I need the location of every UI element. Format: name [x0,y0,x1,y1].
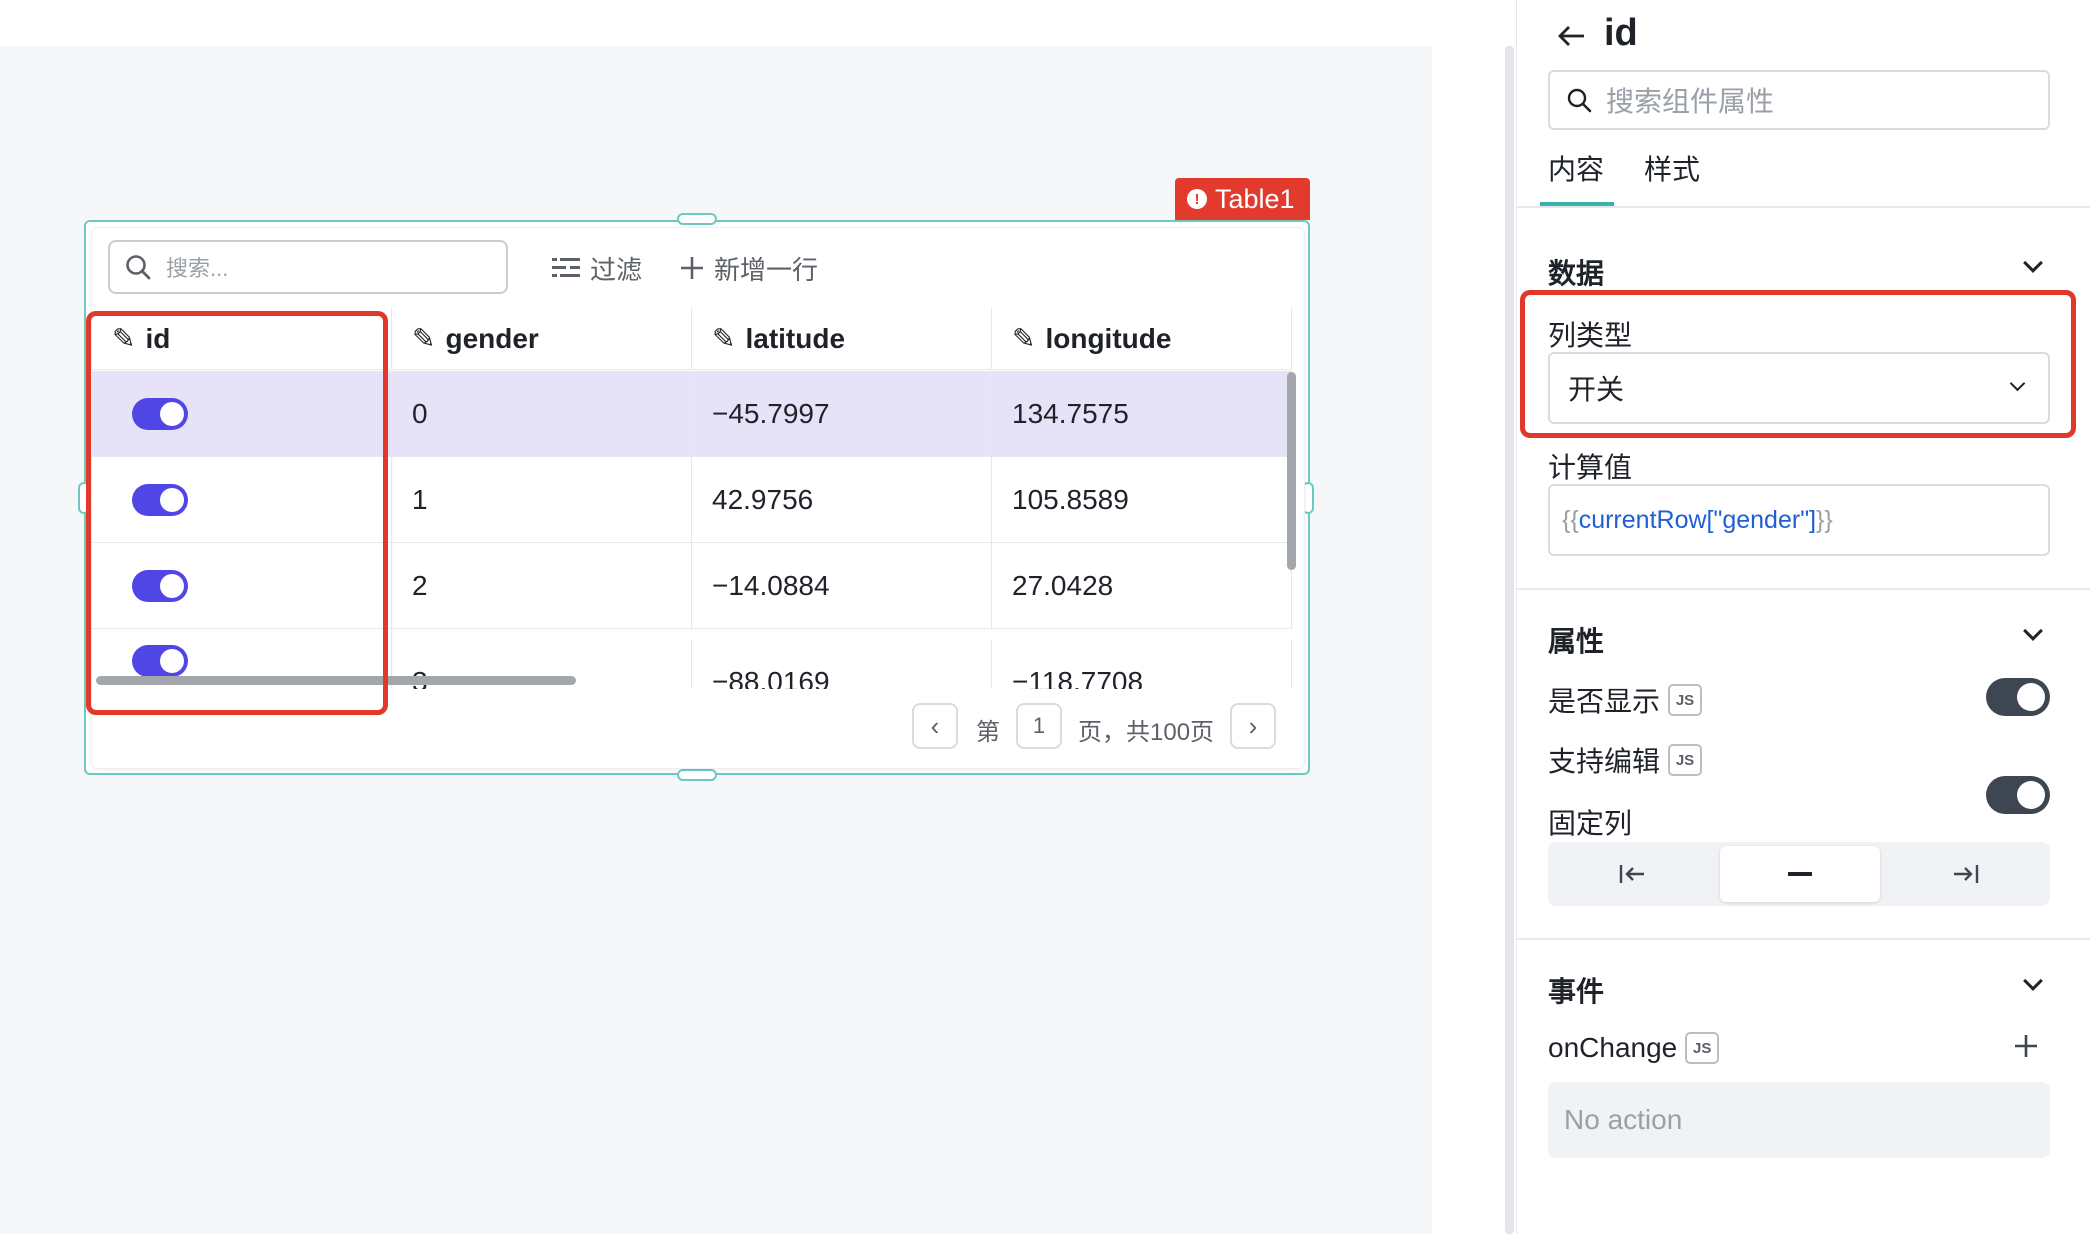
column-header-label: gender [445,322,539,354]
filter-button[interactable]: 过滤 [552,248,642,288]
code-close-bracket: ] [1809,505,1817,534]
fix-none-option[interactable] [1720,846,1880,902]
cell-latitude[interactable]: −45.7997 [692,371,992,457]
add-row-label: 新增一行 [714,254,819,285]
filter-icon [552,258,580,277]
code-expression: currentRow[ [1578,505,1714,534]
chevron-right-icon: › [1248,710,1258,741]
add-event-icon[interactable] [2014,1034,2038,1063]
edit-pencil-icon: ✎ [712,323,736,354]
canvas-gap [1432,0,1505,1234]
computed-value-label: 计算值 [1548,452,1633,483]
section-props-title[interactable]: 属性 [1548,620,1604,660]
computed-value-editor[interactable]: {{currentRow["gender"]}} [1548,484,2050,556]
event-row: onChange JS [1548,1032,1720,1064]
visible-label: 是否显示 [1548,686,1661,717]
resize-handle-top[interactable] [677,213,717,225]
cell-latitude[interactable]: −14.0884 [692,543,992,629]
cell-longitude[interactable]: −118.7708 [992,639,1292,689]
cell-longitude[interactable]: 105.8589 [992,457,1292,543]
visible-row: 是否显示 JS [1548,680,1703,720]
cell-gender[interactable]: 0 [392,371,692,457]
property-search-input[interactable]: 搜索组件属性 [1548,70,2050,130]
column-type-label: 列类型 [1548,320,1633,351]
column-header-gender[interactable]: ✎ gender [392,308,692,370]
add-row-button[interactable]: 新增一行 [680,248,818,288]
visible-switch[interactable] [1986,678,2050,716]
column-type-value: 开关 [1568,374,1625,405]
property-search-placeholder: 搜索组件属性 [1606,86,1775,117]
editable-label: 支持编辑 [1548,746,1661,777]
panel-scrollbar[interactable] [1505,46,1514,1234]
js-toggle-badge[interactable]: JS [1668,744,1703,776]
no-action-box[interactable]: No action [1548,1082,2050,1158]
plus-icon [681,257,703,279]
editable-switch[interactable] [1986,776,2050,814]
tab-content[interactable]: 内容 [1548,148,1604,188]
section-divider [1516,588,2090,590]
cell-latitude[interactable]: 42.9756 [692,457,992,543]
code-close-braces: }} [1816,505,1833,534]
cell-gender[interactable]: 1 [392,457,692,543]
cell-gender[interactable]: 2 [392,543,692,629]
edit-pencil-icon: ✎ [412,323,436,354]
fix-left-icon[interactable] [1618,862,1646,891]
code-open-braces: {{ [1562,505,1579,534]
chevron-left-icon: ‹ [930,710,940,741]
editable-row: 支持编辑 JS [1548,740,1703,780]
section-data-title[interactable]: 数据 [1548,252,1604,292]
table-search-placeholder: 搜索... [166,256,229,281]
column-header-label: longitude [1045,322,1172,354]
filter-label: 过滤 [590,254,643,285]
section-events-title[interactable]: 事件 [1548,970,1604,1010]
cell-longitude[interactable]: 134.7575 [992,371,1292,457]
js-toggle-badge[interactable]: JS [1685,1032,1720,1064]
error-icon: ! [1187,189,1207,209]
page-number-input[interactable]: 1 [1016,703,1062,749]
page-suffix: 页，共100页 [1078,719,1215,746]
column-header-longitude[interactable]: ✎ longitude [992,308,1292,370]
panel-title: id [1604,12,1638,54]
cell-latitude[interactable]: −88.0169 [692,639,992,689]
prev-page-button[interactable]: ‹ [912,703,958,749]
search-icon [126,255,151,280]
widget-tag-label: Table1 [1215,183,1295,214]
event-name: onChange [1548,1032,1678,1063]
tab-style[interactable]: 样式 [1644,148,1700,188]
minus-icon [1788,872,1812,876]
table-search-input[interactable]: 搜索... [108,240,508,294]
column-header-label: latitude [745,322,846,354]
resize-handle-bottom[interactable] [677,769,717,781]
table-vertical-scrollbar[interactable] [1287,372,1296,570]
page-prefix: 第 [976,719,1000,746]
fix-right-icon[interactable] [1952,862,1980,891]
highlight-id-column [86,311,388,715]
next-page-button[interactable]: › [1230,703,1276,749]
js-toggle-badge[interactable]: JS [1668,684,1703,716]
code-string: "gender" [1713,505,1810,534]
column-header-latitude[interactable]: ✎ latitude [692,308,992,370]
widget-tag[interactable]: ! Table1 [1175,178,1310,220]
fixed-column-label: 固定列 [1548,808,1633,839]
back-arrow-icon[interactable] [1556,20,1588,52]
section-divider [1516,938,2090,940]
column-type-select[interactable]: 开关 [1548,352,2050,424]
edit-pencil-icon: ✎ [1012,323,1036,354]
tabs-divider [1516,206,2090,208]
search-icon [1567,88,1592,113]
cell-longitude[interactable]: 27.0428 [992,543,1292,629]
